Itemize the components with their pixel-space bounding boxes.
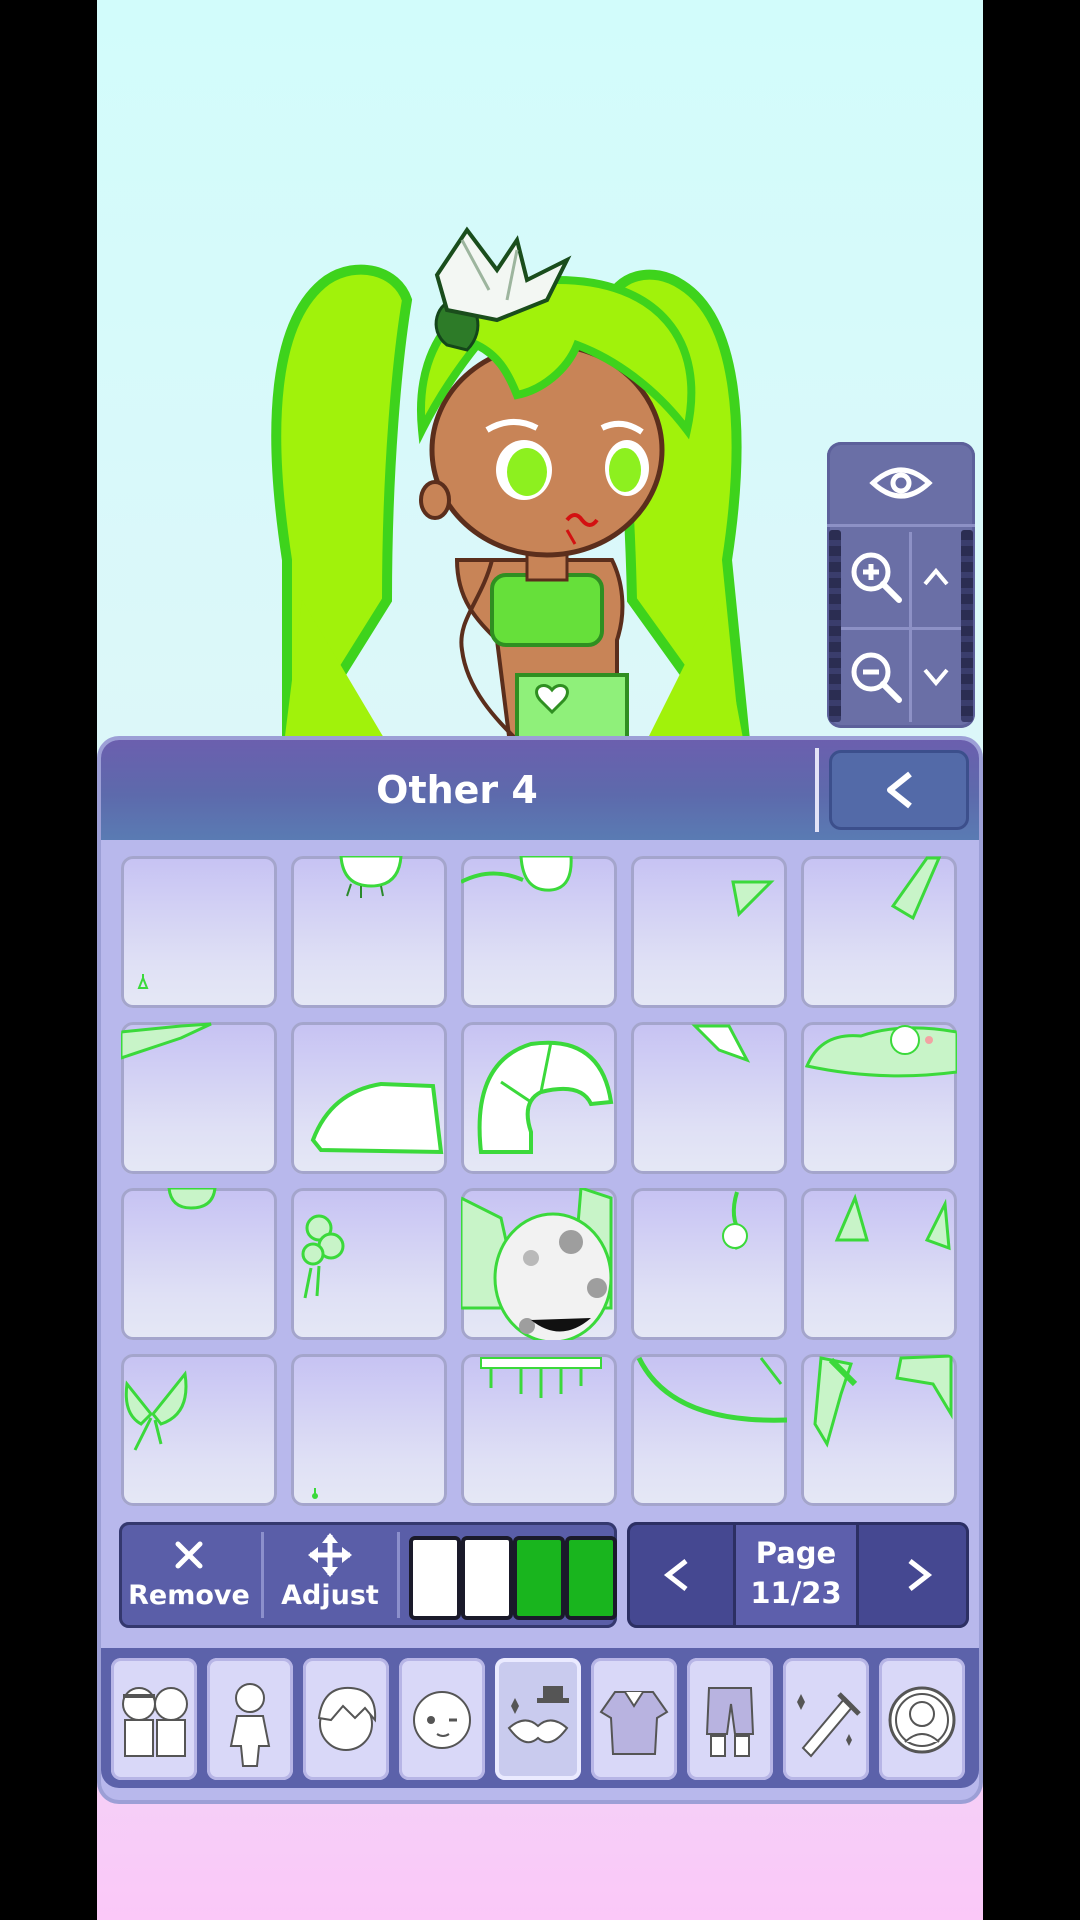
panel-title: Other 4: [376, 768, 538, 812]
accessories-tab[interactable]: [495, 1658, 581, 1780]
back-button[interactable]: [829, 750, 969, 830]
zoom-in-icon[interactable]: [841, 532, 911, 622]
item-slot[interactable]: [801, 856, 957, 1008]
item-slot[interactable]: [631, 1354, 787, 1506]
adjust-button[interactable]: Adjust: [265, 1522, 395, 1628]
item-slot[interactable]: [291, 1354, 447, 1506]
page-number: 11/23: [750, 1576, 842, 1610]
camera-grid: [841, 532, 961, 722]
item-slot[interactable]: [801, 1188, 957, 1340]
item-slot[interactable]: [461, 856, 617, 1008]
remove-label: Remove: [128, 1580, 250, 1611]
item-slot[interactable]: [461, 1022, 617, 1174]
item-slot[interactable]: [801, 1354, 957, 1506]
tool-separator: [397, 1532, 400, 1618]
game-screen: Other 4 Remove Adjust Page 11/23: [97, 0, 983, 1920]
props-tab[interactable]: [783, 1658, 869, 1780]
face-tab[interactable]: [399, 1658, 485, 1780]
item-slot[interactable]: [631, 856, 787, 1008]
profile-tab[interactable]: [879, 1658, 965, 1780]
header-divider: [815, 748, 819, 832]
scroll-track[interactable]: [961, 530, 973, 722]
camera-divider: [841, 627, 961, 630]
item-slot[interactable]: [461, 1354, 617, 1506]
tools-bar: Remove Adjust: [119, 1522, 617, 1628]
color-swatch-1[interactable]: [409, 1536, 461, 1620]
item-slot[interactable]: [801, 1022, 957, 1174]
adjust-label: Adjust: [281, 1580, 379, 1611]
pagination-bar: Page 11/23: [627, 1522, 969, 1628]
item-slot[interactable]: [291, 856, 447, 1008]
zoom-track: [829, 530, 841, 722]
chevron-down-icon[interactable]: [911, 632, 961, 722]
chevron-up-icon[interactable]: [911, 532, 961, 622]
color-swatch-4[interactable]: [565, 1536, 617, 1620]
item-slot[interactable]: [121, 1188, 277, 1340]
presets-tab[interactable]: [111, 1658, 197, 1780]
chevron-left-icon: [887, 771, 912, 809]
page-indicator: Page 11/23: [733, 1522, 859, 1628]
eye-icon[interactable]: [827, 442, 975, 527]
tops-tab[interactable]: [591, 1658, 677, 1780]
item-slot[interactable]: [291, 1022, 447, 1174]
item-panel: Other 4 Remove Adjust Page 11/23: [101, 740, 979, 1800]
chevron-right-icon: [908, 1559, 933, 1591]
tool-separator: [261, 1532, 264, 1618]
color-swatch-2[interactable]: [461, 1536, 513, 1620]
close-icon: [119, 1530, 259, 1580]
remove-button[interactable]: Remove: [119, 1522, 259, 1628]
panel-header: Other 4: [101, 740, 979, 840]
item-slot[interactable]: [461, 1188, 617, 1340]
item-slot[interactable]: [631, 1022, 787, 1174]
camera-controls: [827, 442, 975, 728]
prev-page-button[interactable]: [627, 1522, 727, 1628]
item-slot[interactable]: [121, 1022, 277, 1174]
zoom-out-icon[interactable]: [841, 632, 911, 722]
category-bar: [101, 1648, 979, 1788]
body-tab[interactable]: [207, 1658, 293, 1780]
page-label: Page: [755, 1536, 837, 1570]
item-slot[interactable]: [121, 1354, 277, 1506]
move-icon: [265, 1530, 395, 1580]
next-page-button[interactable]: [869, 1522, 969, 1628]
item-slot[interactable]: [121, 856, 277, 1008]
chevron-left-icon: [663, 1559, 688, 1591]
bottoms-tab[interactable]: [687, 1658, 773, 1780]
color-swatch-3[interactable]: [513, 1536, 565, 1620]
hair-tab[interactable]: [303, 1658, 389, 1780]
item-slot[interactable]: [291, 1188, 447, 1340]
item-slot[interactable]: [631, 1188, 787, 1340]
